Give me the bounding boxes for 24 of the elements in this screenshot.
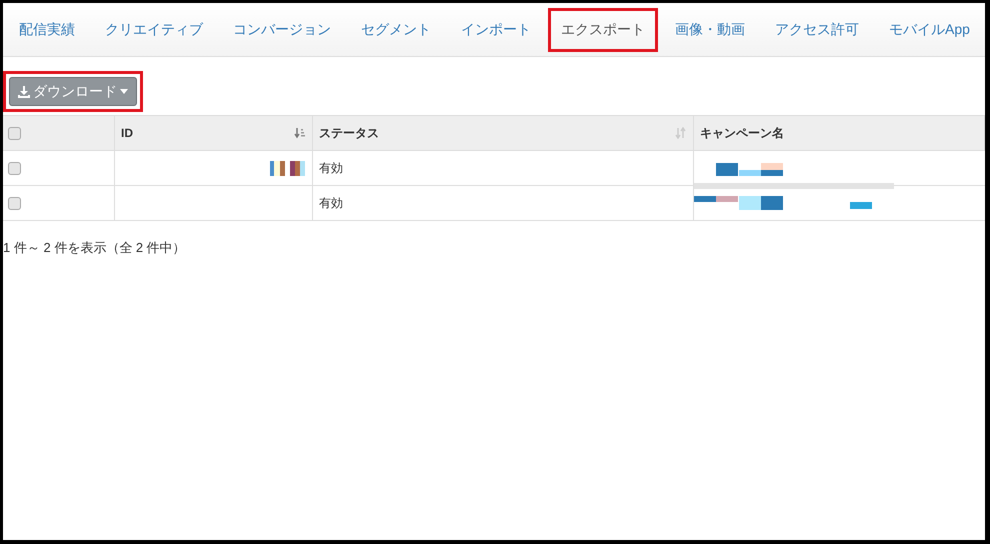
sort-icon[interactable] — [294, 127, 306, 139]
caret-icon — [120, 89, 128, 94]
checkbox[interactable] — [8, 196, 21, 210]
column-title: キャンペーン名 — [700, 125, 784, 142]
status-text: 有効 — [319, 195, 343, 212]
checkbox[interactable] — [8, 162, 21, 174]
tab[interactable]: 配信実績 — [6, 8, 88, 52]
status-text: 有効 — [319, 160, 343, 177]
column-header[interactable]: ID — [115, 116, 313, 151]
checkbox[interactable] — [8, 126, 21, 140]
tab[interactable]: 画像・動画 — [662, 8, 758, 52]
tab[interactable]: エクスポート — [548, 8, 658, 52]
column-header[interactable]: ステータス — [313, 116, 694, 151]
tab[interactable]: セグメント — [348, 8, 444, 52]
tab[interactable]: クリエイティブ — [92, 8, 216, 52]
pagination-info: 1 件～ 2 件を表示（全 2 件中） — [3, 240, 186, 255]
download-icon — [18, 86, 30, 98]
column-title: ID — [121, 125, 133, 142]
tab[interactable]: インポート — [448, 8, 544, 52]
column-title: ステータス — [319, 125, 379, 142]
tab[interactable]: アクセス許可 — [762, 8, 872, 52]
tab[interactable]: モバイルApp — [876, 8, 983, 52]
tab[interactable]: コンバージョン — [220, 8, 344, 52]
download-button[interactable]: ダウンロード — [9, 77, 137, 106]
